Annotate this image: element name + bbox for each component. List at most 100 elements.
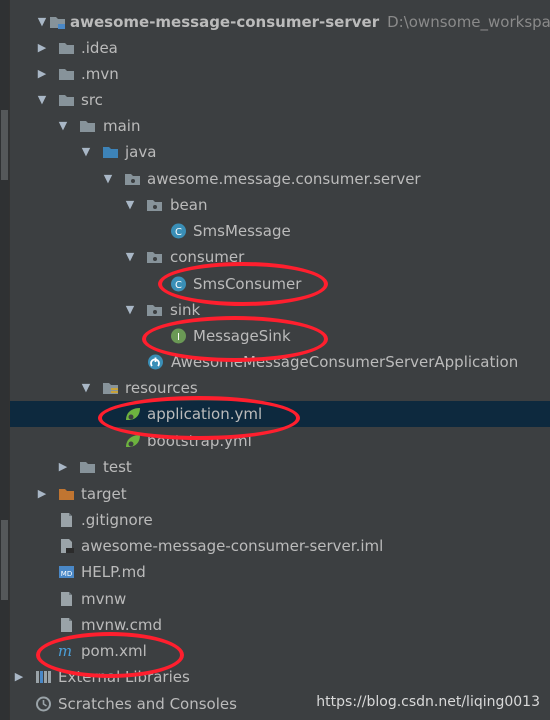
- tree-item-label: awesome-message-consumer-server.iml: [81, 537, 384, 555]
- tree-item-label: pom.xml: [81, 642, 147, 660]
- expand-arrow-icon[interactable]: ▼: [123, 192, 137, 218]
- tree-row-resources[interactable]: ▼ resources: [10, 375, 550, 401]
- iml-file-icon: [61, 539, 74, 553]
- interface-icon: I: [171, 328, 186, 344]
- tree-row-external-libraries[interactable]: ▶ External Libraries: [10, 664, 550, 690]
- tree-row-iml[interactable]: awesome-message-consumer-server.iml: [10, 533, 550, 559]
- resources-folder-icon: [103, 383, 118, 394]
- tree-item-label: application.yml: [147, 405, 263, 423]
- maven-icon: m: [58, 643, 72, 659]
- module-folder-icon: [50, 17, 65, 29]
- tree-item-label: .idea: [81, 39, 118, 57]
- tree-row-package[interactable]: ▼ awesome.message.consumer.server: [10, 166, 550, 192]
- tree-row-smsmessage[interactable]: C SmsMessage: [10, 218, 550, 244]
- tree-row-mvnw[interactable]: mvnw: [10, 586, 550, 612]
- project-tree: ▼ awesome-message-consumer-server D:\owns…: [10, 0, 550, 720]
- tree-item-label: mvnw: [81, 590, 127, 608]
- svg-text:C: C: [175, 280, 182, 291]
- tree-row-smsconsumer[interactable]: C SmsConsumer: [10, 271, 550, 297]
- svg-text:C: C: [175, 227, 182, 238]
- tree-row-mvn[interactable]: ▶ .mvn: [10, 61, 550, 87]
- project-path: D:\ownsome_workspace\aw: [387, 13, 550, 31]
- package-icon: [125, 174, 140, 185]
- tree-item-label: Scratches and Consoles: [58, 695, 237, 713]
- collapse-arrow-icon[interactable]: ▶: [35, 61, 49, 87]
- tree-item-label: mvnw.cmd: [81, 616, 163, 634]
- tree-item-label: SmsConsumer: [193, 275, 302, 293]
- spring-leaf-icon: [126, 435, 140, 447]
- watermark-text: https://blog.csdn.net/liqing0013: [316, 694, 540, 710]
- tree-row-bean[interactable]: ▼ bean: [10, 192, 550, 218]
- folder-icon: [59, 69, 74, 80]
- svg-text:MD: MD: [61, 570, 72, 578]
- tree-item-label: .gitignore: [81, 511, 153, 529]
- class-icon: C: [171, 223, 186, 239]
- file-icon: [61, 592, 72, 606]
- package-icon: [147, 252, 162, 263]
- collapse-arrow-icon[interactable]: ▶: [35, 481, 49, 507]
- folder-icon: [80, 121, 95, 132]
- tree-item-label: awesome.message.consumer.server: [147, 170, 421, 188]
- tree-row-help-md[interactable]: MD HELP.md: [10, 559, 550, 585]
- expand-arrow-icon[interactable]: ▼: [35, 87, 49, 113]
- tree-row-consumer[interactable]: ▼ consumer: [10, 244, 550, 270]
- package-icon: [147, 305, 162, 316]
- tree-item-label: .mvn: [81, 65, 119, 83]
- class-icon: C: [171, 276, 186, 292]
- tree-item-label: test: [103, 458, 132, 476]
- expand-arrow-icon[interactable]: ▼: [123, 244, 137, 270]
- tree-item-label: bean: [170, 196, 208, 214]
- tree-row-src[interactable]: ▼ src: [10, 87, 550, 113]
- libraries-icon: [36, 671, 51, 683]
- expand-arrow-icon[interactable]: ▼: [123, 297, 137, 323]
- source-root-folder-icon: [103, 147, 118, 158]
- markdown-file-icon: MD: [59, 566, 74, 578]
- tool-window-strip: [0, 0, 10, 720]
- favorites-tool-tab[interactable]: [1, 520, 8, 600]
- tree-item-label: External Libraries: [58, 668, 190, 686]
- svg-text:m: m: [58, 643, 72, 659]
- tree-row-sink[interactable]: ▼ sink: [10, 297, 550, 323]
- tree-row-java[interactable]: ▼ java: [10, 139, 550, 165]
- tree-item-label: src: [81, 91, 103, 109]
- tree-item-label: HELP.md: [81, 563, 146, 581]
- expand-arrow-icon[interactable]: ▼: [35, 9, 49, 35]
- tree-row-idea[interactable]: ▶ .idea: [10, 35, 550, 61]
- tree-row-bootstrap-yml[interactable]: bootstrap.yml: [10, 428, 550, 454]
- tree-item-label: resources: [125, 379, 198, 397]
- expand-arrow-icon[interactable]: ▼: [101, 166, 115, 192]
- spring-boot-class-icon: [148, 354, 163, 370]
- tree-row-pom-xml[interactable]: m pom.xml: [10, 638, 550, 664]
- expand-arrow-icon[interactable]: ▼: [79, 139, 93, 165]
- collapse-arrow-icon[interactable]: ▶: [56, 454, 70, 480]
- folder-icon: [59, 43, 74, 54]
- tree-row-mvnw-cmd[interactable]: mvnw.cmd: [10, 612, 550, 638]
- collapse-arrow-icon[interactable]: ▶: [12, 664, 26, 690]
- folder-icon: [80, 462, 95, 473]
- tree-row-application-class[interactable]: AwesomeMessageConsumerServerApplication: [10, 349, 550, 375]
- tree-item-label: sink: [170, 301, 201, 319]
- scratches-icon: [36, 696, 51, 712]
- tree-item-label: consumer: [170, 248, 245, 266]
- file-icon: [61, 618, 72, 632]
- folder-icon: [59, 95, 74, 106]
- package-icon: [147, 200, 162, 211]
- tree-item-label: main: [103, 117, 141, 135]
- excluded-folder-icon: [59, 489, 74, 500]
- project-tool-tab[interactable]: [1, 110, 8, 180]
- tree-row-target[interactable]: ▶ target: [10, 481, 550, 507]
- spring-leaf-icon: [126, 408, 140, 420]
- collapse-arrow-icon[interactable]: ▶: [35, 35, 49, 61]
- tree-row-messagesink[interactable]: I MessageSink: [10, 323, 550, 349]
- expand-arrow-icon[interactable]: ▼: [56, 113, 70, 139]
- tree-item-label: AwesomeMessageConsumerServerApplication: [171, 353, 519, 371]
- tree-row-test[interactable]: ▶ test: [10, 454, 550, 480]
- tree-item-label: bootstrap.yml: [147, 432, 252, 450]
- tree-row-root[interactable]: ▼ awesome-message-consumer-server D:\owns…: [10, 9, 550, 35]
- tree-row-main[interactable]: ▼ main: [10, 113, 550, 139]
- expand-arrow-icon[interactable]: ▼: [79, 375, 93, 401]
- tree-row-gitignore[interactable]: .gitignore: [10, 507, 550, 533]
- file-icon: [61, 513, 72, 527]
- tree-item-label: SmsMessage: [193, 222, 291, 240]
- tree-row-application-yml[interactable]: application.yml: [10, 401, 550, 427]
